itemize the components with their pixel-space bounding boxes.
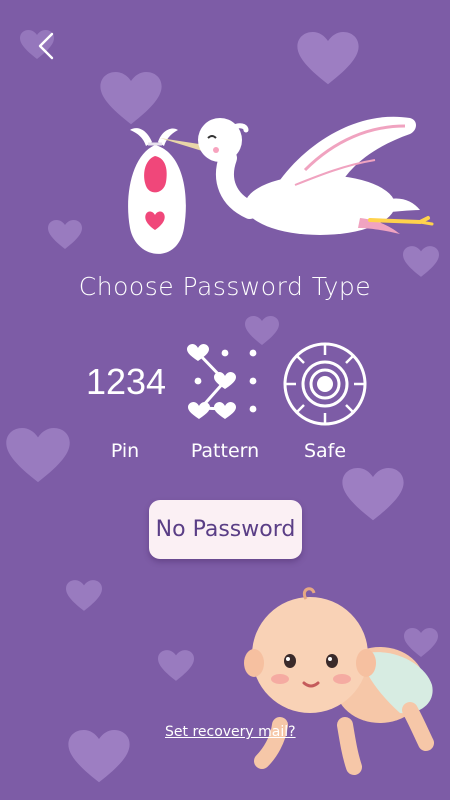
heart-icon [66, 580, 102, 611]
password-type-screen: Choose Password Type 1234 Pin Pattern Sa… [0, 0, 450, 800]
safe-dial-icon[interactable] [282, 341, 368, 427]
page-title: Choose Password Type [78, 272, 372, 301]
pin-digits[interactable]: 1234 [80, 361, 172, 403]
pin-label[interactable]: Pin [90, 440, 160, 462]
back-button[interactable] [28, 28, 64, 64]
heart-icon [297, 32, 359, 85]
heart-icon [68, 730, 130, 783]
pattern-label[interactable]: Pattern [180, 440, 270, 462]
stork-icon [128, 116, 434, 254]
chevron-left-icon [38, 32, 54, 60]
heart-icon [245, 316, 279, 345]
heart-icon [342, 468, 404, 521]
recovery-mail-link[interactable]: Set recovery mail? [165, 724, 296, 740]
no-password-button[interactable]: No Password [149, 500, 302, 559]
heart-icon [6, 428, 70, 483]
pattern-hearts-icon[interactable] [183, 343, 263, 423]
heart-icon [158, 650, 194, 681]
no-password-label: No Password [155, 517, 296, 542]
safe-label[interactable]: Safe [290, 440, 360, 462]
baby-icon [244, 587, 434, 775]
heart-icon [48, 220, 82, 249]
